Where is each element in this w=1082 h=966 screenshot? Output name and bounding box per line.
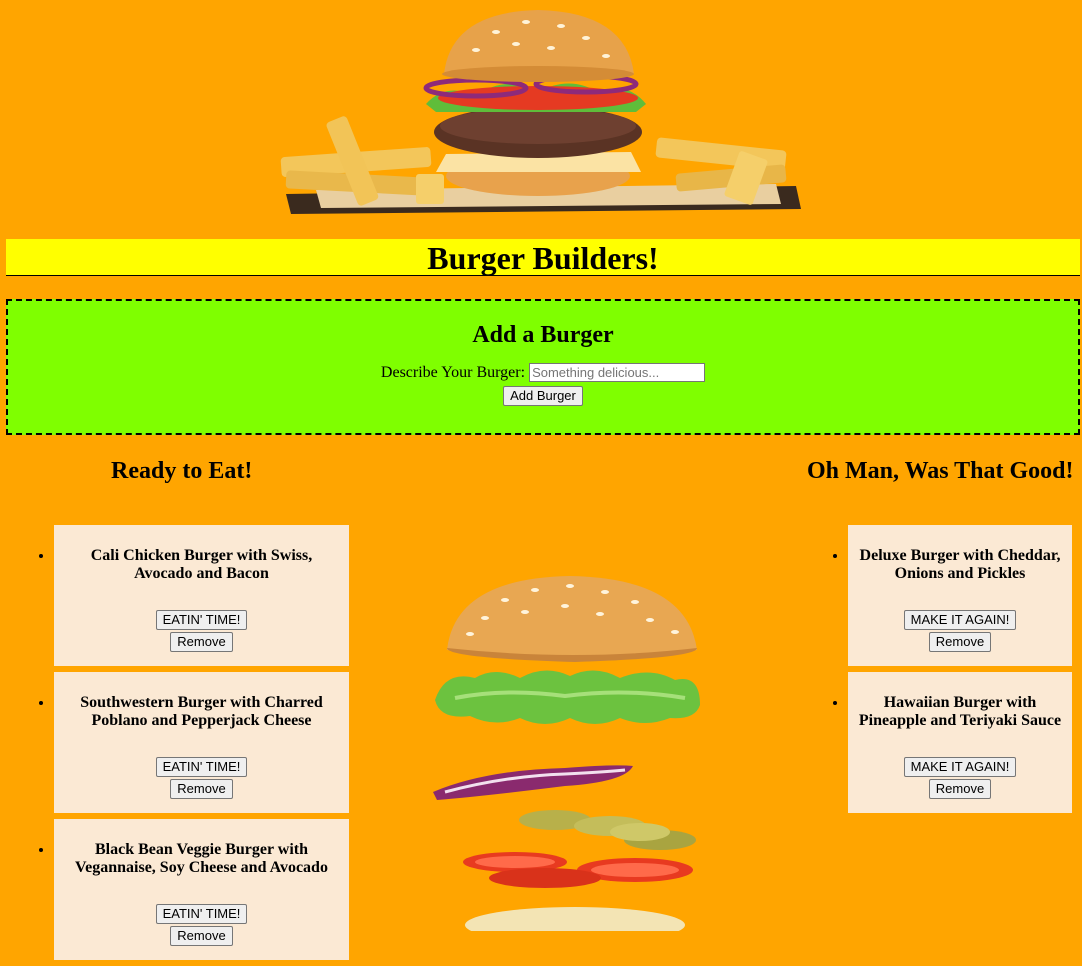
eat-button[interactable]: EATIN' TIME! xyxy=(155,610,248,630)
ready-burger-list: Cali Chicken Burger with Swiss, Avocado … xyxy=(54,525,349,966)
make-again-button[interactable]: MAKE IT AGAIN! xyxy=(903,757,1017,777)
title-bar: Burger Builders! xyxy=(6,239,1080,276)
ready-to-eat-heading: Ready to Eat! xyxy=(111,458,253,484)
hero-burger-image xyxy=(280,10,801,214)
burger-description-label: Describe Your Burger: xyxy=(380,364,526,381)
list-item: Hawaiian Burger with Pineapple and Teriy… xyxy=(848,672,1072,813)
burger-name: Cali Chicken Burger with Swiss, Avocado … xyxy=(90,547,313,582)
add-burger-form: Describe Your Burger: xyxy=(8,363,1078,382)
burger-name: Deluxe Burger with Cheddar, Onions and P… xyxy=(859,547,1061,582)
burger-name: Southwestern Burger with Charred Poblano… xyxy=(80,694,323,729)
eat-button[interactable]: EATIN' TIME! xyxy=(155,904,248,924)
add-burger-button[interactable]: Add Burger xyxy=(503,386,583,406)
eat-button[interactable]: EATIN' TIME! xyxy=(155,757,248,777)
list-item: Black Bean Veggie Burger with Vegannaise… xyxy=(54,819,349,960)
page-title: Burger Builders! xyxy=(427,240,659,276)
eaten-heading: Oh Man, Was That Good! xyxy=(807,458,1074,484)
burger-name: Black Bean Veggie Burger with Vegannaise… xyxy=(75,841,328,876)
list-item: Deluxe Burger with Cheddar, Onions and P… xyxy=(848,525,1072,666)
remove-button[interactable]: Remove xyxy=(928,632,992,652)
add-burger-panel: Add a Burger Describe Your Burger: Add B… xyxy=(6,299,1080,435)
burger-name: Hawaiian Burger with Pineapple and Teriy… xyxy=(858,694,1062,729)
eaten-burger-list: Deluxe Burger with Cheddar, Onions and P… xyxy=(848,525,1072,819)
remove-button[interactable]: Remove xyxy=(170,779,233,799)
add-burger-heading: Add a Burger xyxy=(472,322,614,348)
burger-description-input[interactable] xyxy=(529,363,706,382)
remove-button[interactable]: Remove xyxy=(170,632,233,652)
remove-button[interactable]: Remove xyxy=(170,926,233,946)
list-item: Cali Chicken Burger with Swiss, Avocado … xyxy=(54,525,349,666)
remove-button[interactable]: Remove xyxy=(928,779,992,799)
list-item: Southwestern Burger with Charred Poblano… xyxy=(54,672,349,813)
make-again-button[interactable]: MAKE IT AGAIN! xyxy=(903,610,1017,630)
exploded-burger-image xyxy=(433,576,700,931)
